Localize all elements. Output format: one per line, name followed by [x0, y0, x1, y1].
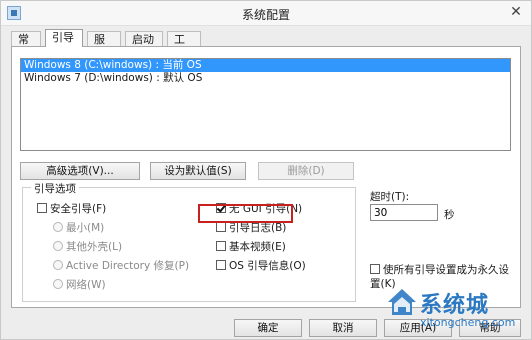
alternate-shell-radio[interactable]: 其他外壳(L) [53, 240, 122, 254]
checkbox-box[interactable] [216, 260, 226, 270]
boot-options-group: 引导选项 安全引导(F) 最小(M) 其他外壳(L) Active Direct… [22, 181, 356, 302]
checkbox-box[interactable] [370, 264, 380, 274]
radio-circle[interactable] [53, 222, 63, 232]
close-button[interactable]: ✕ [507, 4, 525, 21]
boot-tab-panel: Windows 8 (C:\windows) : 当前 OS Windows 7… [11, 46, 521, 308]
watermark-name: 系统城 [420, 293, 490, 318]
boot-options-title: 引导选项 [31, 181, 79, 196]
minimal-label: 最小(M) [66, 222, 105, 234]
ok-button[interactable]: 确定 [234, 319, 302, 337]
title-bar: 系统配置 ✕ [1, 1, 531, 26]
safe-boot-label: 安全引导(F) [50, 203, 107, 215]
annotation-highlight-box [198, 204, 293, 223]
site-watermark: 系统城 xitongcheng.com [380, 284, 530, 338]
set-default-button[interactable]: 设为默认值(S) [150, 162, 246, 180]
radio-circle[interactable] [53, 241, 63, 251]
advanced-options-button[interactable]: 高级选项(V)... [20, 162, 140, 180]
ad-repair-label: Active Directory 修复(P) [66, 260, 190, 272]
base-video-label: 基本视频(E) [229, 241, 286, 253]
ad-repair-radio[interactable]: Active Directory 修复(P) [53, 259, 189, 273]
timeout-unit: 秒 [444, 209, 455, 221]
checkbox-box[interactable] [37, 203, 47, 213]
checkbox-box[interactable] [216, 241, 226, 251]
checkbox-box[interactable] [216, 222, 226, 232]
house-logo-icon [388, 289, 416, 315]
network-radio[interactable]: 网络(W) [53, 278, 106, 292]
os-list-item[interactable]: Windows 7 (D:\windows) : 默认 OS [21, 72, 510, 85]
radio-circle[interactable] [53, 260, 63, 270]
boot-log-checkbox[interactable]: 引导日志(B) [216, 221, 286, 235]
tab-services[interactable]: 服务 [87, 31, 121, 61]
delete-button[interactable]: 删除(D) [258, 162, 354, 180]
watermark-domain: xitongcheng.com [420, 316, 516, 329]
os-boot-info-checkbox[interactable]: OS 引导信息(O) [216, 259, 306, 273]
os-list-item[interactable]: Windows 8 (C:\windows) : 当前 OS [21, 59, 510, 72]
boot-log-label: 引导日志(B) [229, 222, 287, 234]
timeout-input[interactable] [370, 204, 438, 221]
os-boot-info-label: OS 引导信息(O) [229, 260, 306, 272]
tab-startup[interactable]: 启动 [125, 31, 163, 46]
tab-boot[interactable]: 引导 [45, 29, 83, 47]
timeout-label: 超时(T): [370, 191, 410, 203]
base-video-checkbox[interactable]: 基本视频(E) [216, 240, 286, 254]
tab-tools[interactable]: 工具 [167, 31, 201, 61]
tab-general[interactable]: 常规 [11, 31, 41, 61]
network-label: 网络(W) [66, 279, 106, 291]
radio-circle[interactable] [53, 279, 63, 289]
window-title: 系统配置 [241, 8, 290, 22]
os-list[interactable]: Windows 8 (C:\windows) : 当前 OS Windows 7… [20, 58, 511, 151]
minimal-radio[interactable]: 最小(M) [53, 221, 104, 235]
cancel-button[interactable]: 取消 [309, 319, 377, 337]
safe-boot-checkbox[interactable]: 安全引导(F) [37, 202, 106, 216]
alternate-shell-label: 其他外壳(L) [66, 241, 123, 253]
